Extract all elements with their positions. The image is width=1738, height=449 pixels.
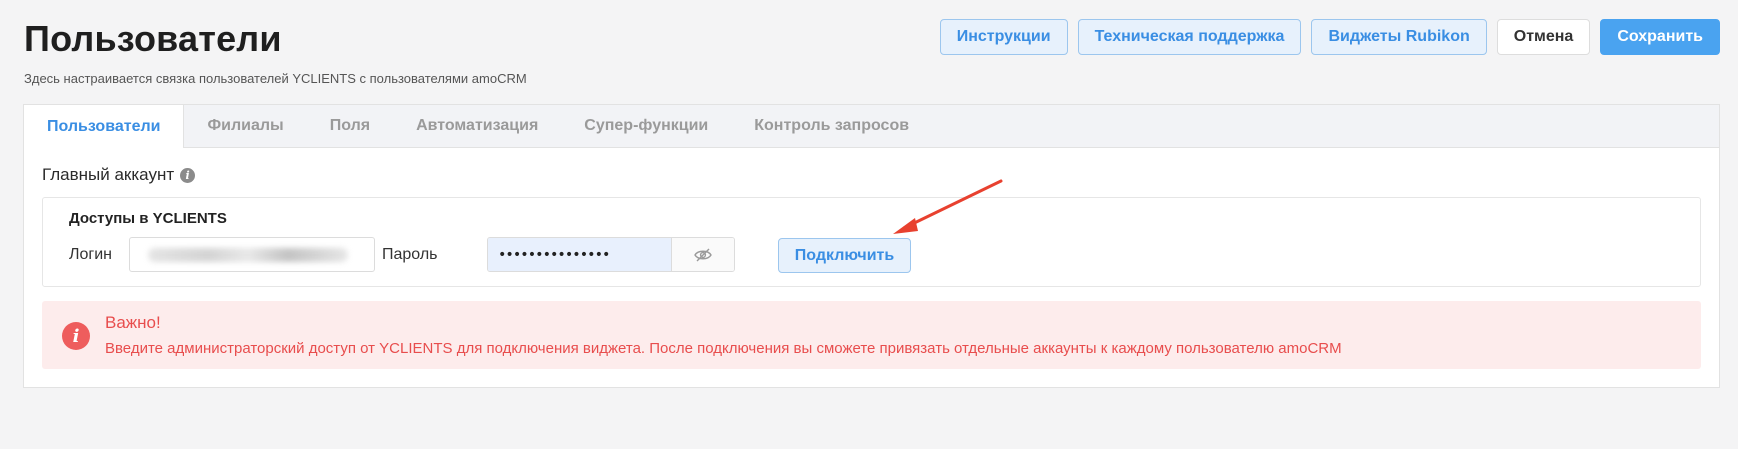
access-title: Доступы в YCLIENTS: [69, 210, 227, 227]
tab-super-functions[interactable]: Супер-функции: [561, 105, 731, 147]
info-icon[interactable]: i: [180, 167, 196, 183]
main-account-heading: Главный аккаунт i: [42, 165, 196, 185]
password-field: [487, 237, 735, 272]
password-visibility-toggle[interactable]: [671, 238, 734, 271]
page: Пользователи Здесь настраивается связка …: [0, 0, 1738, 449]
page-title: Пользователи: [24, 18, 282, 59]
password-label: Пароль: [382, 246, 438, 263]
login-redacted-value: [148, 248, 348, 262]
save-button[interactable]: Сохранить: [1600, 19, 1720, 55]
header-actions: Инструкции Техническая поддержка Виджеты…: [939, 19, 1720, 55]
tab-branches[interactable]: Филиалы: [184, 105, 306, 147]
connect-button[interactable]: Подключить: [778, 238, 911, 273]
login-label: Логин: [69, 246, 113, 263]
important-alert: i Важно! Введите администраторский досту…: [42, 301, 1701, 369]
cancel-button[interactable]: Отмена: [1496, 19, 1591, 55]
tab-fields[interactable]: Поля: [307, 105, 393, 147]
settings-panel: Пользователи Филиалы Поля Автоматизация …: [23, 104, 1720, 388]
login-input[interactable]: [129, 237, 375, 272]
password-input[interactable]: [488, 238, 671, 271]
access-box: Доступы в YCLIENTS Логин Пароль Подключи…: [42, 197, 1701, 287]
instructions-button[interactable]: Инструкции: [939, 19, 1068, 55]
tab-users[interactable]: Пользователи: [24, 105, 185, 148]
tab-bar: Пользователи Филиалы Поля Автоматизация …: [24, 105, 1719, 148]
support-button[interactable]: Техническая поддержка: [1077, 19, 1302, 55]
alert-icon: i: [62, 322, 90, 350]
alert-title: Важно!: [105, 313, 161, 332]
alert-text: Введите администраторский доступ от YCLI…: [105, 340, 1342, 357]
widgets-button[interactable]: Виджеты Rubikon: [1311, 19, 1487, 55]
page-subtitle: Здесь настраивается связка пользователей…: [24, 71, 527, 86]
eye-slash-icon: [694, 248, 712, 261]
tab-automation[interactable]: Автоматизация: [393, 105, 561, 147]
main-account-title: Главный аккаунт: [42, 165, 175, 184]
tab-request-control[interactable]: Контроль запросов: [731, 105, 932, 147]
